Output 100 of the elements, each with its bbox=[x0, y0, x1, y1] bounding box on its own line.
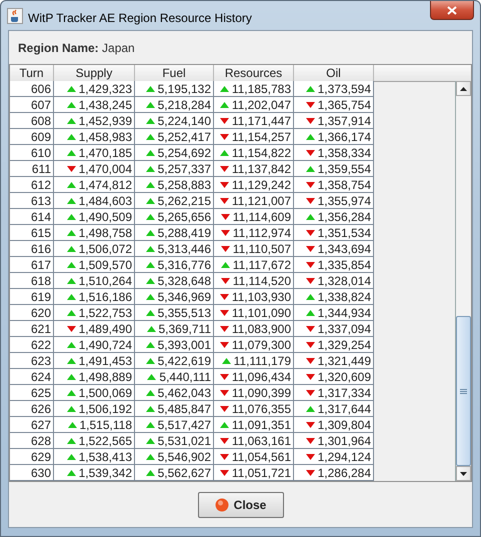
table-cell: 1,516,186 bbox=[78, 290, 132, 304]
table-cell: 1,359,554 bbox=[318, 162, 371, 176]
table-cell: 11,114,520 bbox=[232, 274, 291, 288]
table-cell: 614 bbox=[30, 210, 51, 224]
table-cell: 11,076,355 bbox=[232, 402, 291, 416]
table-cell: 1,366,174 bbox=[318, 130, 371, 144]
table-cell: 1,522,753 bbox=[78, 306, 132, 320]
table-cell: 1,365,754 bbox=[318, 98, 371, 112]
table-cell: 1,343,694 bbox=[318, 242, 371, 256]
table-cell: 11,137,842 bbox=[232, 162, 291, 176]
table-cell: 626 bbox=[30, 402, 51, 416]
table-cell: 1,429,323 bbox=[78, 82, 132, 96]
table-cell: 1,317,334 bbox=[318, 386, 371, 400]
table-cell: 1,309,804 bbox=[318, 418, 371, 432]
table-cell: 1,351,534 bbox=[318, 226, 371, 240]
column-header[interactable]: Supply bbox=[54, 65, 135, 82]
table-cell: 1,301,964 bbox=[318, 434, 371, 448]
table-cell: 613 bbox=[30, 194, 51, 208]
coffee-cup-icon bbox=[7, 8, 23, 24]
table-cell: 1,317,644 bbox=[318, 402, 371, 416]
table-cell: 5,422,619 bbox=[158, 354, 211, 368]
table-cell: 5,254,692 bbox=[158, 146, 211, 160]
table-cell: 11,185,783 bbox=[232, 82, 291, 96]
table-cell: 611 bbox=[32, 162, 51, 176]
down-arrow-icon bbox=[460, 472, 467, 476]
table-cell: 1,491,453 bbox=[78, 354, 132, 368]
table-cell: 1,506,192 bbox=[78, 402, 132, 416]
table-cell: 1,509,570 bbox=[78, 258, 132, 272]
table-cell: 1,490,509 bbox=[78, 210, 132, 224]
table-cell: 1,500,069 bbox=[78, 386, 132, 400]
table-cell: 5,531,021 bbox=[158, 434, 211, 448]
table-cell: 1,320,609 bbox=[318, 370, 371, 384]
vertical-scrollbar[interactable] bbox=[455, 81, 471, 481]
scroll-up-button[interactable] bbox=[456, 81, 471, 96]
table-cell: 1,510,264 bbox=[78, 274, 132, 288]
table-cell: 11,063,161 bbox=[232, 434, 291, 448]
column-header[interactable]: Turn bbox=[10, 65, 54, 82]
table-cell: 1,498,758 bbox=[78, 226, 132, 240]
table-cell: 1,329,254 bbox=[318, 338, 371, 352]
table-cell: 11,091,351 bbox=[232, 418, 291, 432]
table-cell: 11,114,609 bbox=[232, 210, 291, 224]
table-cell: 617 bbox=[30, 258, 51, 272]
table-cell: 1,358,334 bbox=[318, 146, 371, 160]
table-cell: 1,490,724 bbox=[78, 338, 132, 352]
table-cell: 607 bbox=[30, 98, 51, 112]
table-cell: 5,393,001 bbox=[158, 338, 211, 352]
table-cell: 5,224,140 bbox=[158, 114, 211, 128]
table-cell: 618 bbox=[30, 274, 51, 288]
table-cell: 11,111,179 bbox=[234, 354, 291, 368]
table-cell: 1,538,413 bbox=[78, 450, 132, 464]
column-header[interactable]: Resources bbox=[214, 65, 294, 82]
table-cell: 5,257,337 bbox=[158, 162, 211, 176]
table-cell: 1,470,004 bbox=[78, 162, 132, 176]
table-cell: 606 bbox=[30, 82, 51, 96]
table-cell: 610 bbox=[30, 146, 51, 160]
table-cell: 5,485,847 bbox=[158, 402, 211, 416]
table-cell: 1,344,934 bbox=[318, 306, 371, 320]
table-cell: 1,373,594 bbox=[318, 82, 371, 96]
table-cell: 624 bbox=[30, 370, 51, 384]
table-cell: 11,117,672 bbox=[232, 258, 291, 272]
table-cell: 5,252,417 bbox=[158, 130, 211, 144]
table-cell: 11,103,930 bbox=[232, 290, 291, 304]
table-cell: 1,357,914 bbox=[318, 114, 371, 128]
table-cell: 1,498,889 bbox=[78, 370, 132, 384]
table-cell: 5,316,776 bbox=[158, 258, 211, 272]
table-cell: 5,562,627 bbox=[158, 466, 211, 480]
column-header[interactable]: Oil bbox=[294, 65, 374, 82]
scroll-thumb[interactable] bbox=[456, 316, 471, 466]
table-cell: 11,129,242 bbox=[232, 178, 291, 192]
table-cell: 5,288,419 bbox=[158, 226, 211, 240]
table-cell: 5,313,446 bbox=[158, 242, 211, 256]
table-cell: 619 bbox=[30, 290, 51, 304]
table-cell: 1,358,754 bbox=[318, 178, 371, 192]
table-cell: 11,090,399 bbox=[232, 386, 291, 400]
table-cell: 629 bbox=[30, 450, 51, 464]
up-arrow-icon bbox=[460, 86, 467, 90]
column-header[interactable]: Fuel bbox=[135, 65, 214, 82]
table-cell: 1,515,118 bbox=[80, 418, 132, 432]
table-cell: 625 bbox=[30, 386, 51, 400]
table-cell: 623 bbox=[30, 354, 51, 368]
table-cell: 612 bbox=[30, 178, 51, 192]
scroll-down-button[interactable] bbox=[456, 466, 471, 481]
table-cell: 11,171,447 bbox=[232, 114, 291, 128]
table-cell: 1,335,854 bbox=[318, 258, 371, 272]
table-cell: 621 bbox=[30, 322, 51, 336]
close-icon[interactable] bbox=[430, 1, 474, 20]
table-cell: 5,440,111 bbox=[159, 370, 211, 384]
table-cell: 627 bbox=[30, 418, 51, 432]
circle-icon bbox=[214, 498, 229, 512]
table-cell: 1,452,939 bbox=[78, 114, 132, 128]
table-cell: 1,338,824 bbox=[318, 290, 371, 304]
close-button[interactable]: Close bbox=[198, 492, 284, 518]
table-cell: 5,218,284 bbox=[158, 98, 211, 112]
table-cell: 5,369,711 bbox=[158, 322, 211, 336]
table-cell: 1,539,342 bbox=[78, 466, 132, 480]
table-cell: 5,546,902 bbox=[158, 450, 211, 464]
grip-icon bbox=[460, 388, 467, 394]
region-name: Region Name: Japan bbox=[18, 40, 135, 54]
table-cell: 5,346,969 bbox=[158, 290, 211, 304]
table-cell: 1,337,094 bbox=[318, 322, 371, 336]
